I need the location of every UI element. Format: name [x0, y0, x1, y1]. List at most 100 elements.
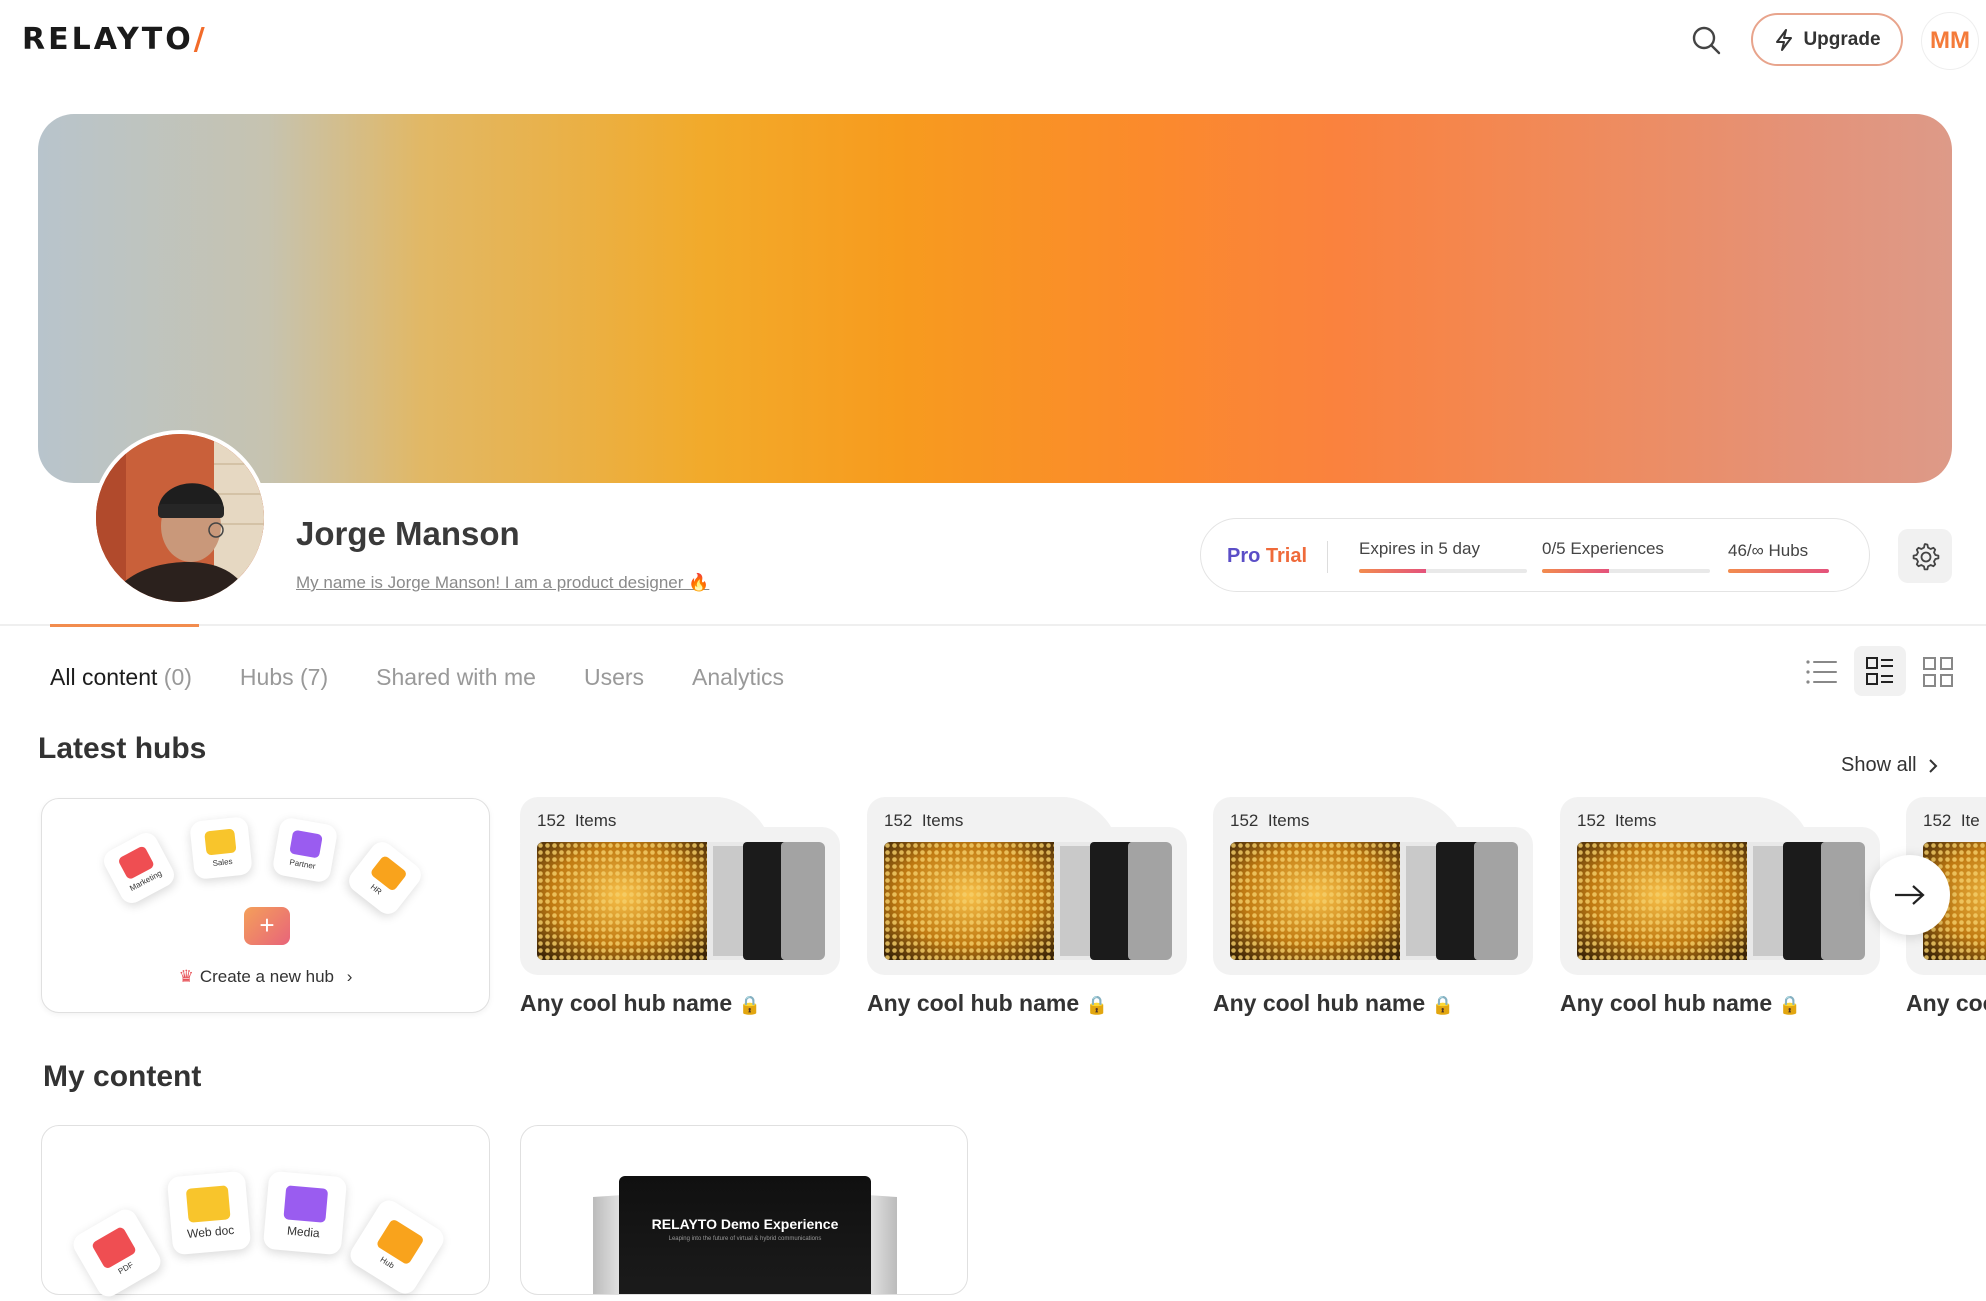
tile-label: Hub — [378, 1254, 397, 1270]
stat-expires: Expires in 5 day — [1359, 539, 1480, 558]
hub-items-label: Items — [1614, 811, 1657, 830]
tile-label: HR — [369, 881, 384, 897]
chevron-right-icon: › — [346, 967, 353, 986]
hr-tile: HR — [344, 837, 426, 919]
hub-name[interactable]: Any cool hub name 🔒 — [867, 990, 1108, 1017]
tile-label: Web doc — [186, 1222, 235, 1241]
stat-experiences-fill — [1542, 569, 1610, 573]
hub-name[interactable]: Any cool hub name 🔒 — [1213, 990, 1454, 1017]
hub-tile: Hub — [346, 1196, 448, 1298]
user-avatar[interactable]: MM — [1922, 13, 1978, 69]
lock-icon: 🔒 — [1431, 995, 1454, 1015]
tab-label: All content — [50, 664, 158, 690]
upgrade-label: Upgrade — [1803, 28, 1881, 50]
gear-icon — [1912, 543, 1940, 571]
logo-text: RELAYTO — [22, 22, 194, 57]
marketing-tile: Marketing — [99, 828, 179, 908]
hub-name-text: Any cool hub name — [1560, 990, 1773, 1016]
media-tile: Media — [262, 1170, 348, 1256]
profile-name: Jorge Manson — [296, 515, 520, 552]
lock-icon: 🔒 — [738, 995, 761, 1015]
partner-tile: Partner — [271, 816, 339, 884]
plan-divider — [1327, 541, 1328, 573]
web-doc-tile: Web doc — [166, 1170, 252, 1256]
relayto-logo[interactable]: RELAYTO/ — [22, 22, 208, 57]
show-all-link[interactable]: Show all — [1841, 754, 1939, 777]
hub-name-text: Any cool hub name — [1213, 990, 1426, 1016]
hub-name[interactable]: Any cool hub name 🔒 — [1560, 990, 1801, 1017]
compact-view-button[interactable] — [1854, 646, 1906, 696]
search-button[interactable] — [1686, 20, 1726, 60]
sales-tile: Sales — [189, 816, 253, 880]
hub-thumbnail-art — [1230, 842, 1518, 960]
tab-users[interactable]: Users — [584, 664, 644, 691]
hub-thumbnail-art — [884, 842, 1172, 960]
hub-count-number: 152 — [537, 811, 566, 830]
tile-label: Sales — [212, 856, 233, 868]
hub-card[interactable]: 152 Items — [1213, 797, 1533, 977]
hub-thumbnail — [884, 842, 1172, 960]
plan-summary[interactable]: Pro Trial Expires in 5 day 0/5 Experienc… — [1200, 518, 1870, 592]
hub-count-number: 152 — [1230, 811, 1259, 830]
plan-pro: Pro — [1227, 545, 1261, 567]
partner-folder-icon — [289, 829, 323, 859]
hub-card[interactable]: 152 Items — [867, 797, 1187, 977]
list-view-button[interactable] — [1802, 652, 1842, 692]
tab-all-content[interactable]: All content (0) — [50, 664, 192, 691]
tab-shared-with-me[interactable]: Shared with me — [376, 664, 536, 691]
hub-item-count: 152 Items — [537, 811, 616, 831]
demo-title: RELAYTO Demo Experience — [651, 1216, 839, 1232]
hub-name-text: Any cool hub name — [867, 990, 1080, 1016]
tab-hubs[interactable]: Hubs (7) — [240, 664, 328, 691]
my-content-title: My content — [43, 1060, 202, 1093]
tab-count: (0) — [163, 664, 192, 690]
hub-card[interactable]: 152 Items — [520, 797, 840, 977]
hub-thumbnail — [1230, 842, 1518, 960]
cover-stack-right — [867, 1194, 897, 1294]
tile-label: PDF — [116, 1259, 135, 1276]
stat-expires-fill — [1359, 569, 1427, 573]
show-all-label: Show all — [1841, 754, 1917, 776]
profile-banner — [38, 114, 1952, 483]
hub-count-number: 152 — [1577, 811, 1606, 830]
hub-items-label: Items — [1267, 811, 1310, 830]
lock-icon: 🔒 — [1085, 995, 1108, 1015]
hub-name[interactable]: Any coo — [1906, 990, 1986, 1017]
hub-item-count: 152 Items — [1577, 811, 1656, 831]
lock-icon: 🔒 — [1778, 995, 1801, 1015]
create-content-card[interactable]: PDF Web doc Media Hub — [41, 1125, 490, 1301]
crown-icon: ♛ — [178, 967, 194, 986]
create-hub-card[interactable]: Marketing Sales Partner HR + ♛ Create a n… — [41, 798, 490, 1013]
stat-hubs-fill — [1728, 569, 1829, 573]
hub-items-label: Items — [574, 811, 617, 830]
media-icon — [283, 1185, 329, 1223]
stat-hubs: 46/∞ Hubs — [1728, 541, 1809, 560]
demo-subtitle: Leaping into the future of virtual & hyb… — [668, 1236, 822, 1242]
hub-item-count: 152 Items — [884, 811, 963, 831]
arrow-right-icon — [1895, 885, 1925, 905]
tile-label: Partner — [288, 857, 317, 871]
settings-button[interactable] — [1898, 529, 1952, 583]
profile-photo[interactable] — [92, 430, 268, 606]
active-tab-indicator — [50, 624, 199, 627]
hub-name[interactable]: Any cool hub name 🔒 — [520, 990, 761, 1017]
tile-label: Media — [286, 1223, 321, 1241]
hub-count-number: 152 — [1923, 811, 1952, 830]
upgrade-button[interactable]: Upgrade — [1751, 13, 1903, 66]
hub-thumbnail — [1577, 842, 1865, 960]
hub-card[interactable]: 152 Items — [1560, 797, 1880, 977]
stat-hubs-bar — [1728, 569, 1829, 573]
tab-analytics[interactable]: Analytics — [692, 664, 784, 691]
hub-count-number: 152 — [884, 811, 913, 830]
grid-view-button[interactable] — [1918, 652, 1958, 692]
top-bar: RELAYTO/ Upgrade MM — [0, 0, 1986, 80]
content-tabs: All content (0) Hubs (7) Shared with me … — [50, 664, 832, 691]
demo-experience-card[interactable]: RELAYTO Demo Experience Leaping into the… — [520, 1125, 968, 1295]
list-view-icon — [1806, 660, 1837, 684]
chevron-right-icon — [1928, 758, 1938, 773]
next-hubs-button[interactable] — [1870, 855, 1950, 935]
stat-experiences-bar — [1542, 569, 1710, 573]
sales-folder-icon — [204, 828, 237, 856]
create-hub-text: Create a new hub — [199, 967, 335, 986]
profile-bio[interactable]: My name is Jorge Manson! I am a product … — [296, 573, 709, 593]
